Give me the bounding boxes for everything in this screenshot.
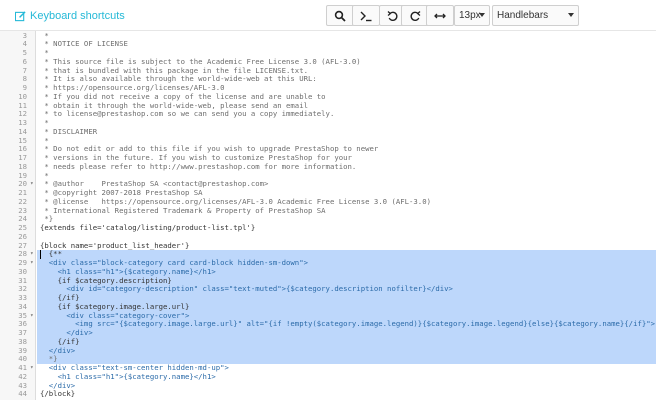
selection-highlight bbox=[37, 346, 656, 356]
line-code: {extends file='catalog/listing/product-l… bbox=[40, 223, 256, 232]
line-code: <img src="{$category.image.large.url}" a… bbox=[40, 319, 656, 329]
text-cursor bbox=[40, 250, 41, 259]
line-code: {block name='product_list_header'} bbox=[40, 240, 190, 250]
code-editor[interactable]: 3 * 4 * NOTICE OF LICENSE 5 * 6 * This sour… bbox=[0, 31, 656, 400]
mode-value: Handlebars bbox=[497, 10, 549, 21]
fold-toggle-icon[interactable]: ▾ bbox=[30, 364, 35, 373]
fold-toggle-icon[interactable]: ▾ bbox=[30, 180, 35, 189]
editor-toolbar: Keyboard shortcuts 13px Handlebars bbox=[0, 0, 656, 31]
code-line[interactable]: 36 <img src="{$category.image.large.url}… bbox=[0, 319, 656, 329]
code-line[interactable]: 39 </div> bbox=[0, 346, 656, 356]
code-line[interactable]: 14 * DISCLAIMER bbox=[0, 127, 656, 137]
code-line[interactable]: 25 {extends file='catalog/listing/product… bbox=[0, 223, 656, 233]
code-line[interactable]: 37 </div> bbox=[0, 328, 656, 338]
line-code: * International Registered Trademark & P… bbox=[40, 205, 326, 215]
code-line[interactable]: 44 {/block} bbox=[0, 389, 656, 399]
code-line[interactable]: 23 * International Registered Trademark … bbox=[0, 205, 656, 216]
line-number: 44 bbox=[18, 389, 27, 399]
fold-toggle-icon[interactable]: ▾ bbox=[30, 250, 35, 259]
edit-icon bbox=[15, 10, 26, 21]
line-code: {/block} bbox=[40, 389, 76, 399]
command-button[interactable] bbox=[352, 5, 380, 26]
font-size-select[interactable]: 13px bbox=[454, 5, 490, 26]
code-line[interactable]: 42 <h1 class="h1">{$category.name}</h1> bbox=[0, 372, 656, 382]
line-code: <div id="category-description" class="te… bbox=[40, 284, 453, 294]
line-code: * NOTICE OF LICENSE bbox=[40, 39, 128, 49]
selection-highlight bbox=[37, 337, 656, 347]
terminal-icon bbox=[360, 11, 372, 21]
keyboard-shortcuts-link[interactable]: Keyboard shortcuts bbox=[15, 9, 125, 23]
toggle-width-button[interactable] bbox=[426, 5, 454, 26]
mode-select[interactable]: Handlebars bbox=[492, 5, 579, 26]
code-line[interactable]: 12 * to license@prestashop.com so we can… bbox=[0, 109, 656, 119]
keyboard-shortcuts-label: Keyboard shortcuts bbox=[30, 10, 125, 22]
undo-icon bbox=[387, 10, 398, 21]
chevron-down-icon bbox=[568, 13, 574, 17]
fold-toggle-icon[interactable]: ▾ bbox=[30, 259, 35, 268]
chevron-down-icon bbox=[479, 13, 485, 17]
search-button[interactable] bbox=[326, 5, 354, 26]
code-line[interactable]: 32 <div id="category-description" class=… bbox=[0, 284, 656, 294]
line-code: * to license@prestashop.com so we can se… bbox=[40, 109, 335, 119]
code-line[interactable]: 4 * NOTICE OF LICENSE bbox=[0, 39, 656, 49]
expand-horizontal-icon bbox=[434, 13, 446, 18]
redo-icon bbox=[410, 10, 421, 21]
code-line[interactable]: 18 * needs please refer to http://www.pr… bbox=[0, 161, 656, 172]
selection-highlight bbox=[37, 329, 656, 338]
search-icon bbox=[334, 10, 346, 22]
line-code: * needs please refer to http://www.prest… bbox=[40, 161, 357, 171]
code-line[interactable]: 43 </div> bbox=[0, 381, 656, 391]
font-size-value: 13px bbox=[459, 10, 481, 21]
code-line[interactable]: 13 * bbox=[0, 118, 656, 128]
code-line[interactable]: 27 {block name='product_list_header'} bbox=[0, 240, 656, 251]
redo-button[interactable] bbox=[401, 5, 429, 26]
code-line[interactable]: 38 {/if} bbox=[0, 337, 656, 347]
fold-toggle-icon[interactable]: ▾ bbox=[30, 312, 35, 321]
